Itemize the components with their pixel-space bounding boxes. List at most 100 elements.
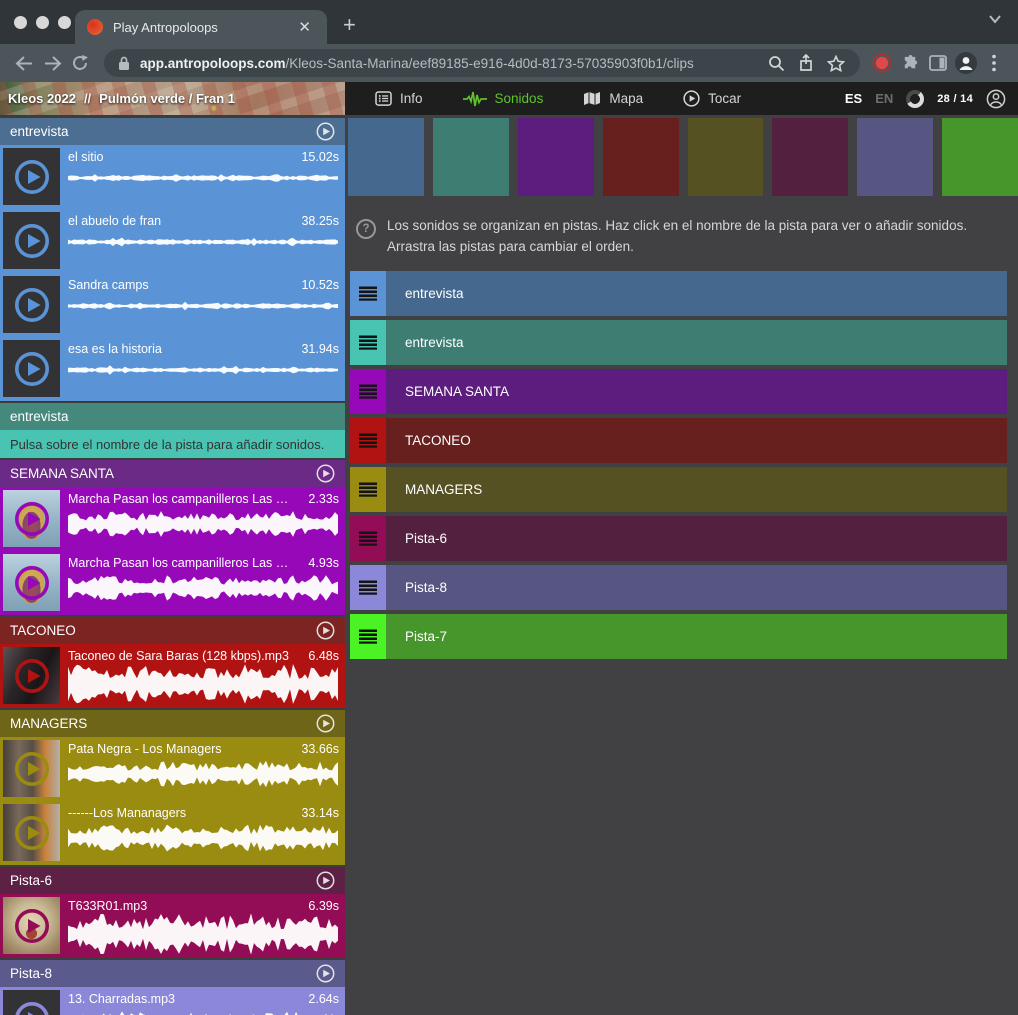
clip-play-icon[interactable]	[12, 221, 52, 261]
clip-item[interactable]: Sandra camps 10.52s	[0, 273, 345, 337]
sidebar-track-header[interactable]: TACONEO	[0, 617, 345, 644]
clip-play-icon[interactable]	[12, 499, 52, 539]
sidebar-track-header[interactable]: MANAGERS	[0, 710, 345, 737]
clip-play-icon[interactable]	[12, 906, 52, 946]
language-en[interactable]: EN	[875, 91, 893, 106]
record-extension-icon[interactable]	[868, 49, 896, 77]
drag-handle[interactable]	[350, 614, 386, 659]
track-play-icon[interactable]	[316, 964, 335, 983]
clip-play-icon[interactable]	[12, 157, 52, 197]
clip-item[interactable]: 13. Charradas.mp3 2.64s	[0, 987, 345, 1015]
clip-thumbnail[interactable]	[3, 340, 60, 397]
sidebar-track-header[interactable]: entrevista	[0, 403, 345, 430]
track-play-icon[interactable]	[316, 621, 335, 640]
zoom-icon[interactable]	[762, 49, 790, 77]
clip-waveform	[68, 664, 339, 704]
track-row[interactable]: Pista-6	[350, 516, 1007, 561]
track-row[interactable]: MANAGERS	[350, 467, 1007, 512]
drag-handle[interactable]	[350, 418, 386, 463]
clip-play-icon[interactable]	[12, 563, 52, 603]
address-bar[interactable]: app.antropoloops.com/Kleos-Santa-Marina/…	[104, 49, 860, 77]
profile-avatar[interactable]	[952, 49, 980, 77]
browser-tab[interactable]: Play Antropoloops ✕	[75, 10, 327, 44]
clip-thumbnail[interactable]	[3, 804, 60, 861]
track-play-icon[interactable]	[316, 871, 335, 890]
track-row[interactable]: TACONEO	[350, 418, 1007, 463]
back-icon[interactable]	[10, 49, 38, 77]
clip-thumbnail[interactable]	[3, 212, 60, 269]
track-row[interactable]: Pista-7	[350, 614, 1007, 659]
track-color-swatch[interactable]	[772, 118, 848, 196]
track-color-swatch[interactable]	[688, 118, 764, 196]
clip-play-icon[interactable]	[12, 749, 52, 789]
nav-tab-mapa[interactable]: Mapa	[583, 91, 643, 106]
track-color-swatch[interactable]	[603, 118, 679, 196]
clip-thumbnail[interactable]	[3, 990, 60, 1015]
track-color-swatch[interactable]	[942, 118, 1018, 196]
track-color-swatch[interactable]	[518, 118, 594, 196]
sidebar-track-header[interactable]: Pista-6	[0, 867, 345, 894]
clip-item[interactable]: Marcha Pasan los campanilleros Las Mejor…	[0, 551, 345, 615]
clip-thumbnail[interactable]	[3, 148, 60, 205]
clip-play-icon[interactable]	[12, 813, 52, 853]
clip-item[interactable]: T633R01.mp3 6.39s	[0, 894, 345, 958]
drag-handle[interactable]	[350, 516, 386, 561]
tab-close-icon[interactable]: ✕	[294, 18, 315, 37]
content-area: entrevista el sitio 15.02s el abuelo de …	[0, 115, 1018, 1015]
clip-item[interactable]: ------Los Mananagers 33.14s	[0, 801, 345, 865]
track-color-swatch[interactable]	[857, 118, 933, 196]
nav-tab-tocar[interactable]: Tocar	[683, 90, 741, 107]
track-play-icon[interactable]	[316, 122, 335, 141]
share-icon[interactable]	[792, 49, 820, 77]
minimize-window-icon[interactable]	[36, 16, 49, 29]
clip-thumbnail[interactable]	[3, 276, 60, 333]
track-row[interactable]: entrevista	[350, 271, 1007, 316]
drag-handle[interactable]	[350, 271, 386, 316]
clip-play-icon[interactable]	[12, 349, 52, 389]
clip-thumbnail[interactable]	[3, 490, 60, 547]
clip-item[interactable]: Marcha Pasan los campanilleros Las Mejor…	[0, 487, 345, 551]
track-row[interactable]: SEMANA SANTA	[350, 369, 1007, 414]
bookmark-star-icon[interactable]	[822, 49, 850, 77]
track-row[interactable]: entrevista	[350, 320, 1007, 365]
track-play-icon[interactable]	[316, 464, 335, 483]
browser-menu-icon[interactable]	[980, 49, 1008, 77]
clip-play-icon[interactable]	[12, 285, 52, 325]
tab-search-chevron-icon[interactable]	[988, 14, 1002, 24]
sidebar-track-header[interactable]: Pista-8	[0, 960, 345, 987]
clip-play-icon[interactable]	[12, 656, 52, 696]
zoom-window-icon[interactable]	[58, 16, 71, 29]
clip-waveform	[68, 510, 339, 538]
clip-item[interactable]: el abuelo de fran 38.25s	[0, 209, 345, 273]
track-color-swatch[interactable]	[433, 118, 509, 196]
drag-handle[interactable]	[350, 320, 386, 365]
language-es[interactable]: ES	[845, 91, 862, 106]
clip-thumbnail[interactable]	[3, 897, 60, 954]
breadcrumb[interactable]: Kleos 2022 // Pulmón verde / Fran 1	[0, 82, 345, 115]
clip-thumbnail[interactable]	[3, 740, 60, 797]
track-play-icon[interactable]	[316, 714, 335, 733]
reload-icon[interactable]	[66, 49, 94, 77]
close-window-icon[interactable]	[14, 16, 27, 29]
clip-item[interactable]: esa es la historia 31.94s	[0, 337, 345, 401]
track-row[interactable]: Pista-8	[350, 565, 1007, 610]
side-panel-icon[interactable]	[924, 49, 952, 77]
new-tab-button[interactable]: +	[343, 14, 356, 36]
clip-item[interactable]: el sitio 15.02s	[0, 145, 345, 209]
account-icon[interactable]	[986, 89, 1006, 109]
nav-tab-info[interactable]: Info	[375, 91, 423, 106]
clip-item[interactable]: Pata Negra - Los Managers 33.66s	[0, 737, 345, 801]
sidebar-track-header[interactable]: entrevista	[0, 118, 345, 145]
sidebar-track-header[interactable]: SEMANA SANTA	[0, 460, 345, 487]
drag-handle[interactable]	[350, 467, 386, 512]
track-color-swatch[interactable]	[348, 118, 424, 196]
nav-tab-sonidos[interactable]: Sonidos	[463, 91, 544, 107]
clip-play-icon[interactable]	[12, 999, 52, 1015]
clip-thumbnail[interactable]	[3, 647, 60, 704]
forward-icon[interactable]	[38, 49, 66, 77]
drag-handle[interactable]	[350, 565, 386, 610]
extensions-puzzle-icon[interactable]	[896, 49, 924, 77]
drag-handle[interactable]	[350, 369, 386, 414]
clip-item[interactable]: Taconeo de Sara Baras (128 kbps).mp3 6.4…	[0, 644, 345, 708]
clip-thumbnail[interactable]	[3, 554, 60, 611]
